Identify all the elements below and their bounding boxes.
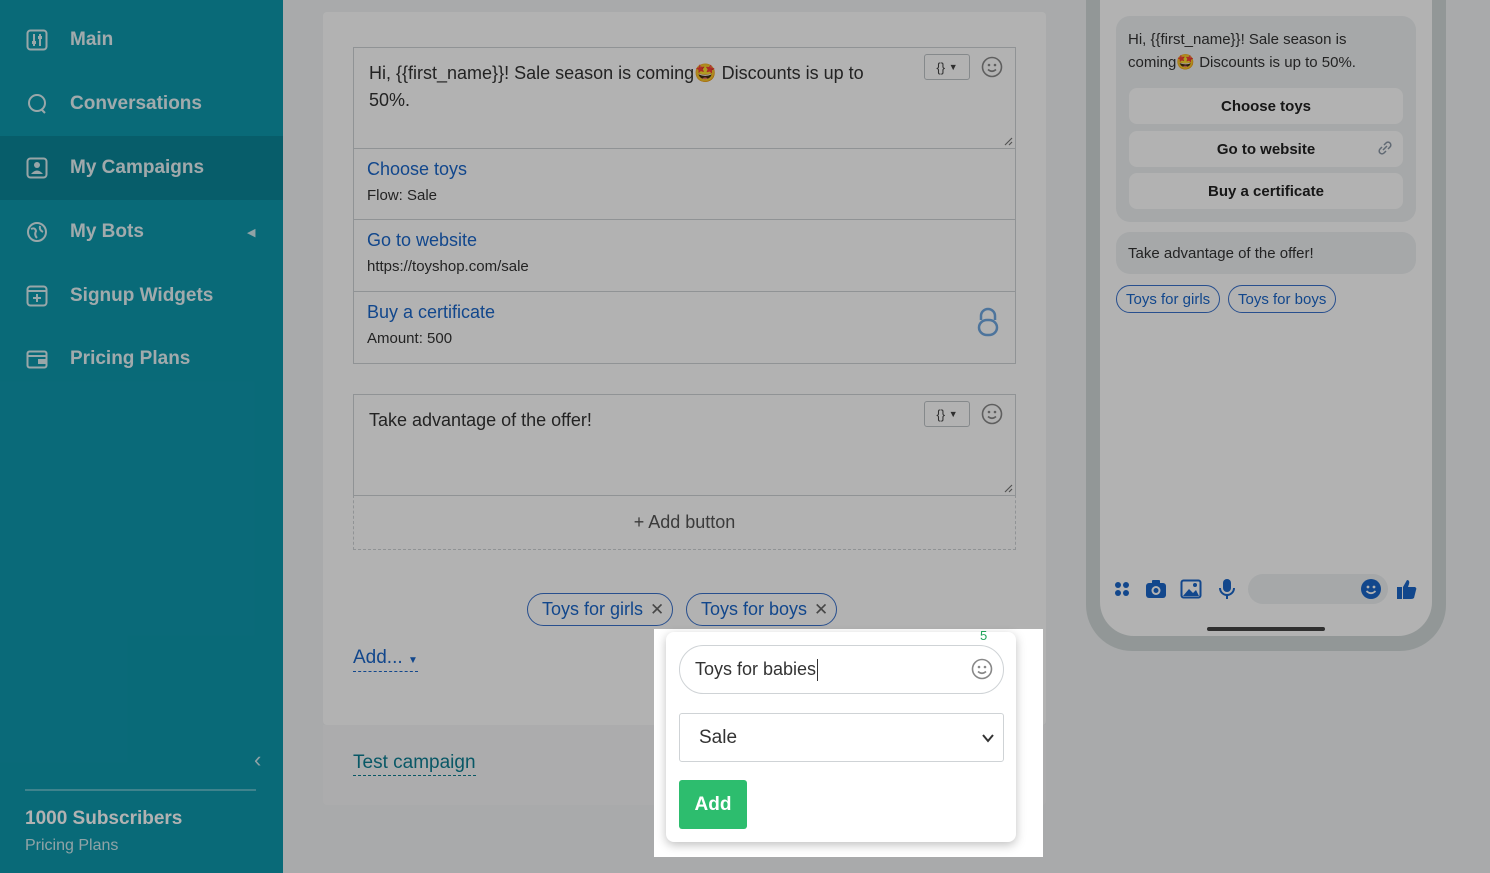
text-caret (817, 658, 819, 681)
quick-reply-input[interactable]: Toys for babies (679, 645, 1004, 694)
character-counter: 5 (980, 628, 988, 643)
flow-select-value: Sale (699, 726, 738, 748)
chevron-down-icon (982, 734, 994, 743)
add-quick-reply-button[interactable]: Add (679, 780, 747, 829)
emoji-icon[interactable] (971, 658, 993, 680)
flow-select[interactable]: Sale (679, 713, 1004, 762)
quick-reply-input-value: Toys for babies (695, 659, 817, 679)
